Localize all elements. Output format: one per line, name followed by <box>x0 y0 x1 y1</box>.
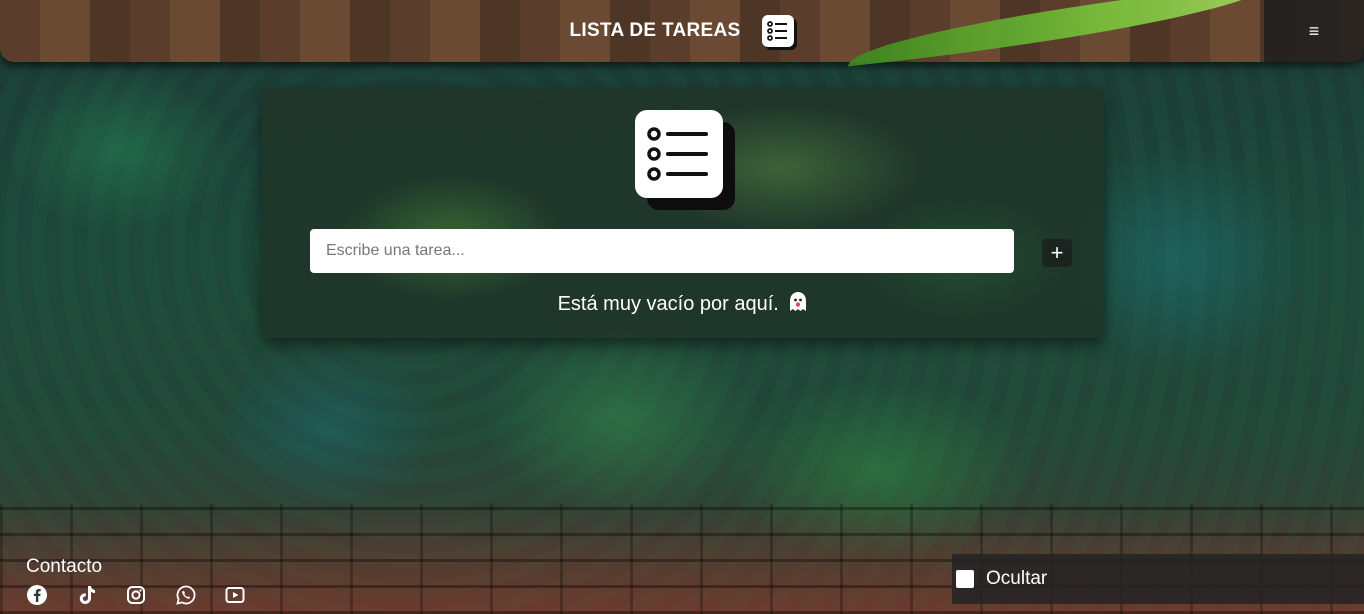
top-header: LISTA DE TAREAS ≡ <box>0 0 1364 67</box>
youtube-icon[interactable] <box>224 582 274 608</box>
task-list-icon <box>762 15 795 47</box>
ghost-icon <box>788 291 808 319</box>
add-task-button[interactable]: + <box>1042 239 1072 267</box>
task-input[interactable] <box>310 229 1014 273</box>
task-card: + Está muy vacío por aquí. <box>262 88 1104 338</box>
app-title: LISTA DE TAREAS <box>569 20 741 41</box>
facebook-icon[interactable] <box>26 582 76 608</box>
hide-checkbox[interactable] <box>956 570 974 588</box>
hamburger-icon: ≡ <box>1308 20 1320 41</box>
contact-section: Contacto <box>26 556 274 608</box>
tiktok-icon[interactable] <box>76 582 126 608</box>
social-links <box>26 582 274 608</box>
hide-label: Ocultar <box>986 568 1048 589</box>
instagram-icon[interactable] <box>125 582 175 608</box>
task-list-icon <box>635 110 723 198</box>
hide-toggle-bar: Ocultar <box>952 554 1364 604</box>
hamburger-menu-button[interactable]: ≡ <box>1264 0 1364 62</box>
decorative-leaf <box>844 0 1276 67</box>
empty-state-text: Está muy vacío por aquí. <box>557 293 779 315</box>
contact-title: Contacto <box>26 556 103 577</box>
empty-state-message: Está muy vacío por aquí. <box>262 291 1104 319</box>
whatsapp-icon[interactable] <box>175 582 225 608</box>
